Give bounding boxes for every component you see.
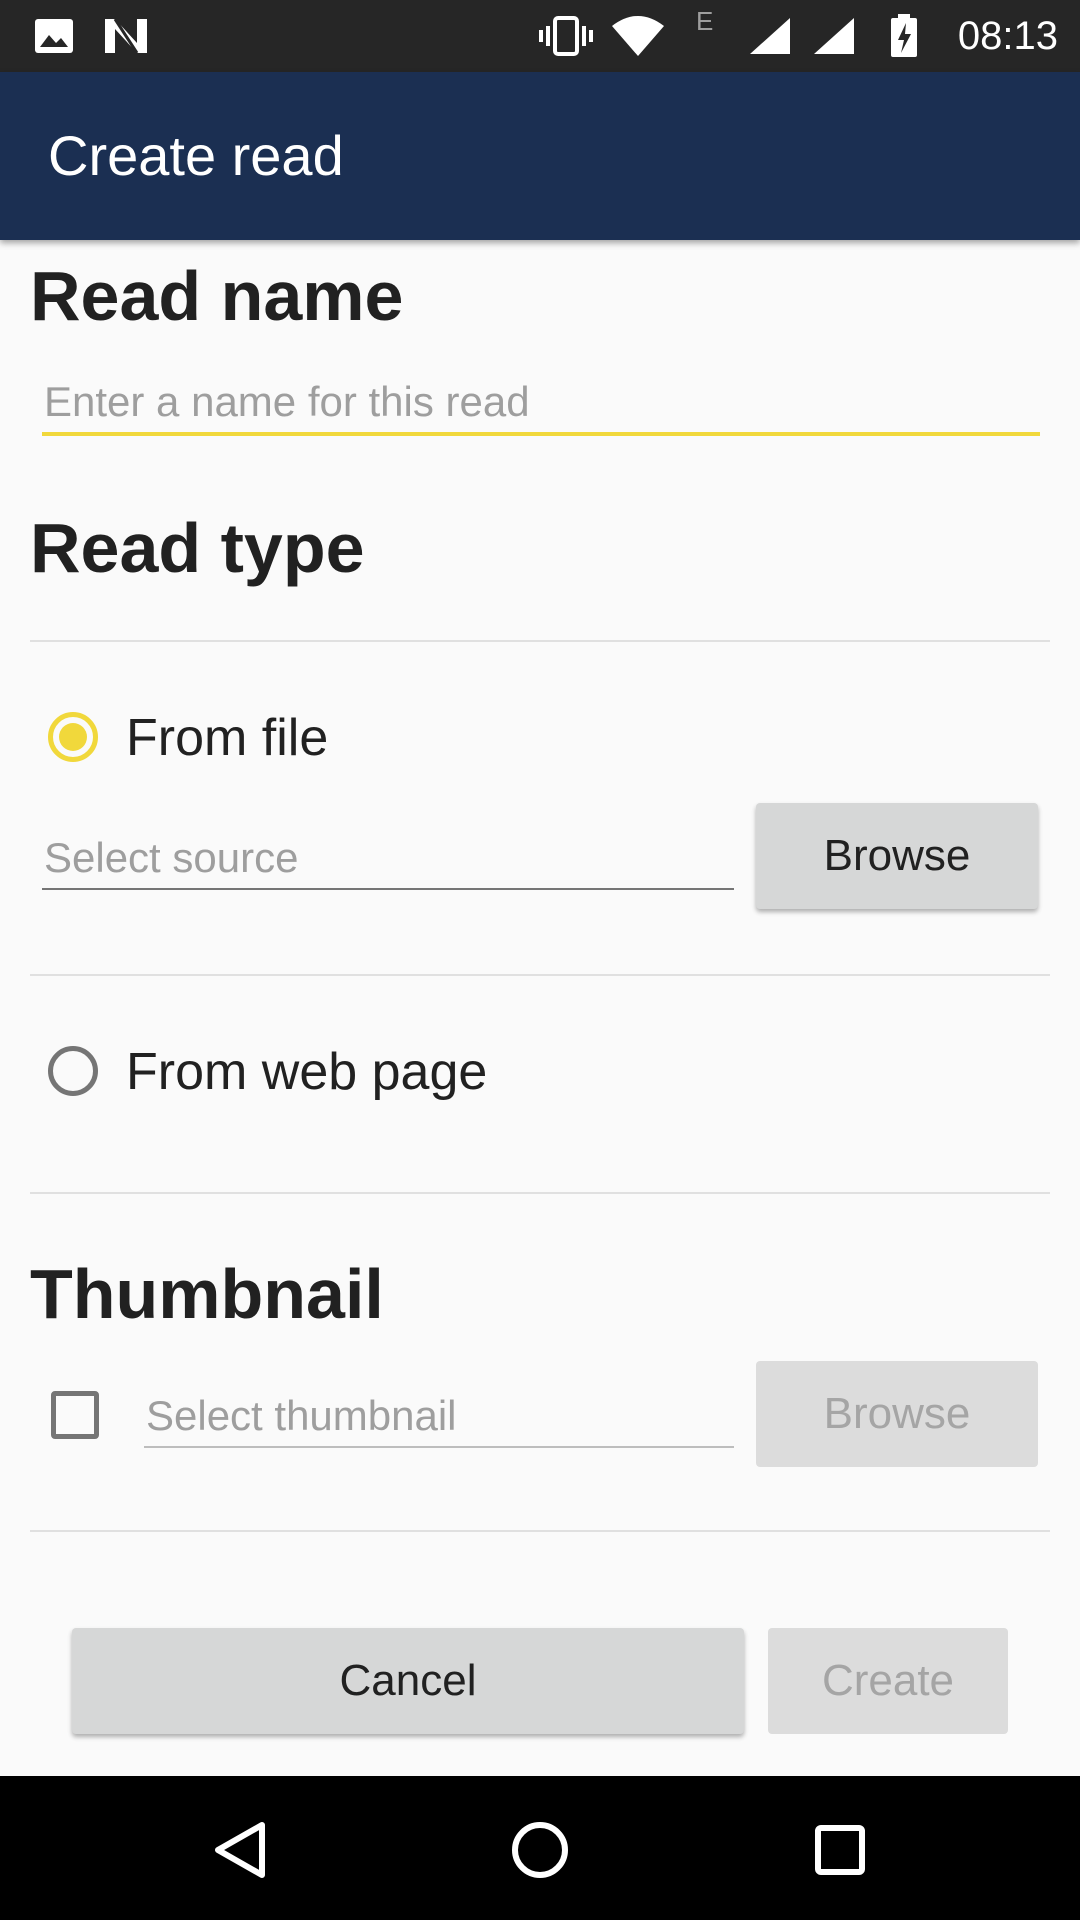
thumbnail-checkbox[interactable]	[51, 1391, 99, 1439]
divider	[30, 1192, 1050, 1194]
create-button: Create	[768, 1628, 1008, 1734]
browse-thumbnail-button: Browse	[756, 1361, 1038, 1467]
signal-icon-2	[810, 0, 858, 72]
image-icon	[32, 0, 76, 72]
clock: 08:13	[957, 14, 1058, 58]
select-thumbnail-input: Select thumbnail	[144, 1386, 734, 1448]
status-bar: E 08:13	[0, 0, 1080, 72]
browse-source-button[interactable]: Browse	[756, 803, 1038, 909]
battery-charging-icon	[884, 0, 924, 72]
wifi-icon	[608, 0, 668, 72]
from-file-label[interactable]: From file	[126, 708, 328, 768]
from-file-radio[interactable]	[48, 712, 98, 762]
select-source-input[interactable]: Select source	[42, 828, 734, 890]
divider	[30, 1530, 1050, 1532]
divider	[30, 640, 1050, 642]
recents-icon[interactable]	[814, 1824, 866, 1881]
radio-selected-dot	[59, 723, 87, 751]
page-title: Create read	[48, 124, 344, 187]
read-type-heading: Read type	[30, 509, 365, 587]
n-icon	[102, 0, 150, 72]
read-name-input[interactable]: Enter a name for this read	[42, 372, 1040, 436]
navigation-bar	[0, 1776, 1080, 1920]
from-web-page-radio[interactable]	[48, 1046, 98, 1096]
thumbnail-heading: Thumbnail	[30, 1255, 384, 1333]
signal-icon	[746, 0, 794, 72]
from-web-page-label[interactable]: From web page	[126, 1042, 487, 1102]
network-type-label: E	[696, 6, 714, 36]
app-bar: Create read	[0, 72, 1080, 240]
back-icon[interactable]	[212, 1820, 268, 1885]
divider	[30, 974, 1050, 976]
home-icon[interactable]	[510, 1820, 570, 1885]
vibrate-icon	[536, 0, 596, 72]
read-name-heading: Read name	[30, 257, 404, 335]
cancel-button[interactable]: Cancel	[72, 1628, 744, 1734]
